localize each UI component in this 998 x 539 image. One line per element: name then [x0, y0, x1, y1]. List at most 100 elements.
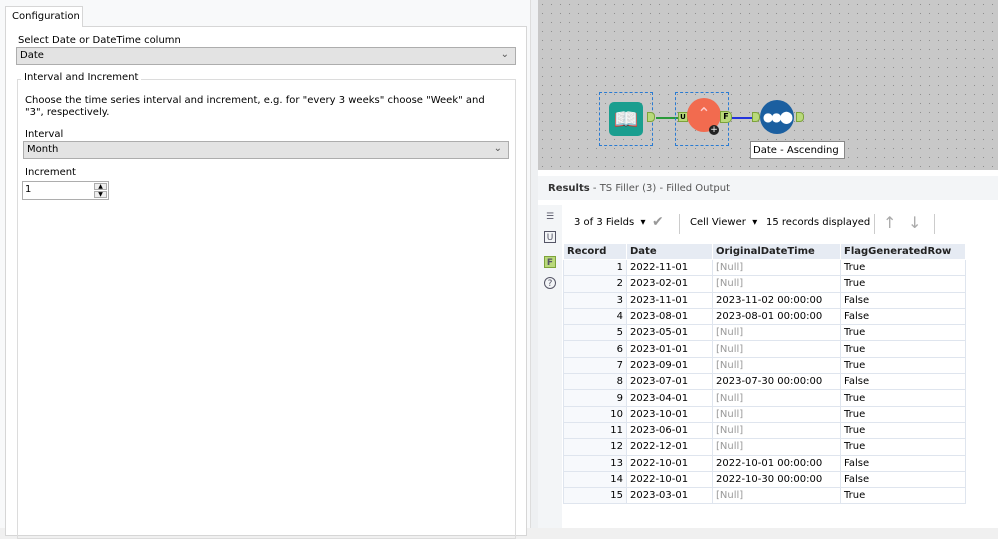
list-icon[interactable]: ☰ — [544, 211, 556, 223]
input-anchor-icon[interactable]: U — [544, 231, 556, 243]
table-cell[interactable]: 2023-11-02 00:00:00 — [712, 291, 841, 309]
column-header[interactable]: FlagGeneratedRow — [840, 243, 966, 260]
table-cell[interactable]: True — [840, 275, 966, 293]
table-cell[interactable]: 11 — [563, 421, 627, 440]
table-cell[interactable]: [Null] — [712, 275, 841, 293]
table-cell[interactable]: False — [840, 291, 966, 309]
table-cell[interactable]: 2022-10-01 — [626, 470, 713, 489]
table-row[interactable]: 5 2023-05-01 [Null] True — [563, 324, 966, 342]
fields-dropdown[interactable]: 3 of 3 Fields ▾ — [574, 217, 646, 228]
arrow-up-icon[interactable]: ↑ — [883, 213, 896, 232]
column-header[interactable]: Record — [563, 243, 627, 260]
table-cell[interactable]: 2023-09-01 — [626, 356, 713, 375]
sort-tool-icon[interactable]: ●●⬤ — [760, 100, 794, 134]
table-cell[interactable]: [Null] — [712, 487, 841, 505]
arrow-down-icon[interactable]: ↓ — [908, 213, 921, 232]
table-cell[interactable]: 3 — [563, 291, 627, 309]
table-cell[interactable]: 2022-10-30 00:00:00 — [712, 470, 841, 489]
output-anchor[interactable] — [647, 112, 655, 122]
table-cell[interactable]: [Null] — [712, 405, 841, 423]
table-cell[interactable]: 8 — [563, 373, 627, 391]
input-tool[interactable]: 📖 — [599, 92, 653, 146]
table-row[interactable]: 14 2022-10-01 2022-10-30 00:00:00 False — [563, 470, 966, 489]
table-row[interactable]: 1 2022-11-01 [Null] True — [563, 258, 966, 277]
column-header[interactable]: Date — [626, 243, 713, 260]
table-cell[interactable]: 15 — [563, 487, 627, 505]
tab-configuration[interactable]: Configuration — [5, 6, 83, 27]
input-anchor[interactable] — [752, 112, 760, 122]
increment-value[interactable]: 1 — [25, 184, 31, 195]
table-cell[interactable]: 2023-08-01 00:00:00 — [712, 307, 841, 326]
interval-select[interactable]: Month ⌄ — [23, 141, 509, 159]
table-row[interactable]: 9 2023-04-01 [Null] True — [563, 389, 966, 407]
table-cell[interactable]: 2023-07-01 — [626, 373, 713, 391]
table-cell[interactable]: 12 — [563, 438, 627, 456]
table-cell[interactable]: 2023-11-01 — [626, 291, 713, 309]
table-cell[interactable]: 9 — [563, 389, 627, 407]
table-row[interactable]: 7 2023-09-01 [Null] True — [563, 356, 966, 375]
table-cell[interactable]: True — [840, 356, 966, 375]
table-cell[interactable]: True — [840, 324, 966, 342]
output-anchor-f-icon[interactable]: F — [544, 256, 556, 268]
increment-stepper[interactable]: 1 ▲ ▼ — [22, 181, 109, 200]
table-cell[interactable]: 2023-07-30 00:00:00 — [712, 373, 841, 391]
table-cell[interactable]: 5 — [563, 324, 627, 342]
table-cell[interactable]: 4 — [563, 307, 627, 326]
table-cell[interactable]: True — [840, 340, 966, 358]
table-cell[interactable]: True — [840, 389, 966, 407]
table-row[interactable]: 15 2023-03-01 [Null] True — [563, 487, 966, 505]
table-cell[interactable]: False — [840, 373, 966, 391]
increment-down-button[interactable]: ▼ — [94, 191, 107, 198]
table-row[interactable]: 3 2023-11-01 2023-11-02 00:00:00 False — [563, 291, 966, 309]
table-cell[interactable]: 2023-03-01 — [626, 487, 713, 505]
table-cell[interactable]: 7 — [563, 356, 627, 375]
table-row[interactable]: 2 2023-02-01 [Null] True — [563, 275, 966, 293]
table-row[interactable]: 11 2023-06-01 [Null] True — [563, 421, 966, 440]
table-cell[interactable]: False — [840, 307, 966, 326]
table-cell[interactable]: 2023-05-01 — [626, 324, 713, 342]
table-row[interactable]: 12 2022-12-01 [Null] True — [563, 438, 966, 456]
date-column-select[interactable]: Date ⌄ — [16, 47, 516, 65]
table-cell[interactable]: True — [840, 438, 966, 456]
column-header[interactable]: OriginalDateTime — [712, 243, 841, 260]
table-cell[interactable]: 2023-06-01 — [626, 421, 713, 440]
table-cell[interactable]: True — [840, 487, 966, 505]
table-cell[interactable]: 2022-10-01 — [626, 454, 713, 472]
table-cell[interactable]: [Null] — [712, 389, 841, 407]
panel-splitter[interactable] — [530, 0, 538, 528]
table-cell[interactable]: 2022-11-01 — [626, 258, 713, 277]
table-cell[interactable]: False — [840, 470, 966, 489]
table-row[interactable]: 13 2022-10-01 2022-10-01 00:00:00 False — [563, 454, 966, 472]
table-cell[interactable]: 10 — [563, 405, 627, 423]
checkmark-icon[interactable]: ✔ — [652, 214, 664, 230]
cell-viewer-dropdown[interactable]: Cell Viewer ▾ — [690, 217, 757, 228]
workflow-canvas[interactable]: 📖 U ⌃ + F ●●⬤ Date - Ascending — [538, 0, 998, 170]
table-cell[interactable]: 2023-01-01 — [626, 340, 713, 358]
table-row[interactable]: 8 2023-07-01 2023-07-30 00:00:00 False — [563, 373, 966, 391]
table-cell[interactable]: 14 — [563, 470, 627, 489]
table-cell[interactable]: True — [840, 421, 966, 440]
table-row[interactable]: 10 2023-10-01 [Null] True — [563, 405, 966, 423]
table-row[interactable]: 4 2023-08-01 2023-08-01 00:00:00 False — [563, 307, 966, 326]
table-cell[interactable]: [Null] — [712, 421, 841, 440]
table-cell[interactable]: [Null] — [712, 324, 841, 342]
table-cell[interactable]: 2023-10-01 — [626, 405, 713, 423]
table-cell[interactable]: True — [840, 258, 966, 277]
table-cell[interactable]: False — [840, 454, 966, 472]
table-cell[interactable]: 1 — [563, 258, 627, 277]
table-cell[interactable]: 2 — [563, 275, 627, 293]
table-cell[interactable]: [Null] — [712, 340, 841, 358]
anchor-f[interactable]: F — [720, 111, 732, 123]
table-cell[interactable]: 13 — [563, 454, 627, 472]
output-anchor[interactable] — [796, 112, 804, 122]
table-cell[interactable]: [Null] — [712, 356, 841, 375]
table-cell[interactable]: [Null] — [712, 438, 841, 456]
increment-up-button[interactable]: ▲ — [94, 183, 107, 190]
table-cell[interactable]: [Null] — [712, 258, 841, 277]
table-cell[interactable]: 2022-12-01 — [626, 438, 713, 456]
table-cell[interactable]: True — [840, 405, 966, 423]
table-cell[interactable]: 2023-04-01 — [626, 389, 713, 407]
table-cell[interactable]: 2023-08-01 — [626, 307, 713, 326]
table-cell[interactable]: 2023-02-01 — [626, 275, 713, 293]
table-cell[interactable]: 6 — [563, 340, 627, 358]
